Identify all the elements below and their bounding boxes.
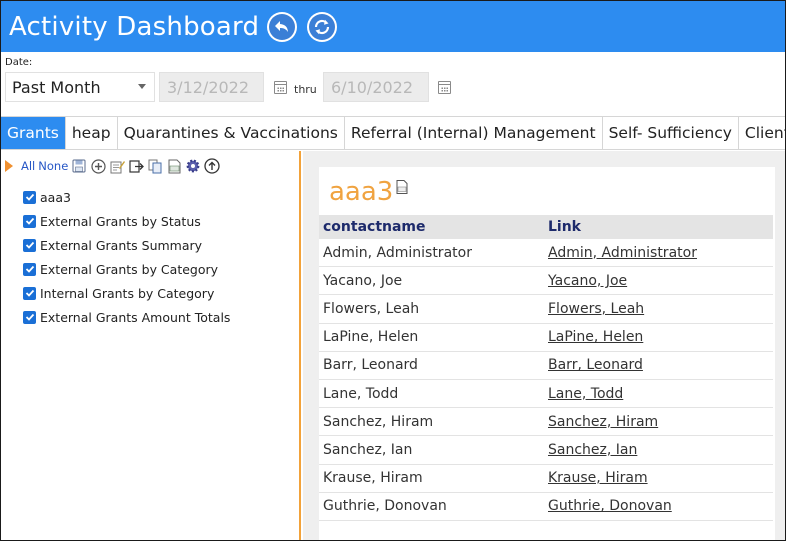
report-toolbar: All None [5,157,223,175]
report-label: External Grants Summary [40,237,203,253]
tab-grants[interactable]: Grants [1,117,66,149]
table-row: Admin, Administrator Admin, Administrato… [319,239,773,268]
thru-label: thru [294,83,317,96]
app-title: Activity Dashboard [9,11,260,42]
table-row: Sanchez, Hiram Sanchez, Hiram [319,408,773,437]
select-none-link[interactable]: None [38,159,68,173]
report-item[interactable]: External Grants by Category [23,257,230,281]
module-tabs: Grants heap Quarantines & Vaccinations R… [1,116,785,150]
tab-self-sufficiency[interactable]: Self- Sufficiency [603,117,739,149]
column-header-link[interactable]: Link [546,219,773,235]
report-card: aaa3 contactname Link Admin, Administrat… [319,167,775,540]
table-row: LaPine, Helen LaPine, Helen [319,324,773,352]
settings-icon[interactable] [185,158,201,174]
end-date-value: 6/10/2022 [331,77,414,97]
start-date-input[interactable]: 3/12/2022 [159,72,264,102]
chevron-down-icon [138,84,146,89]
report-item[interactable]: Internal Grants by Category [23,281,230,305]
report-checkbox[interactable] [23,190,36,204]
contact-link[interactable]: LaPine, Helen [546,329,773,345]
report-item[interactable]: External Grants Summary [23,233,230,257]
contactname-cell: Admin, Administrator [323,244,472,261]
app-header: Activity Dashboard [1,1,785,52]
contactname-cell: Lane, Todd [323,385,399,402]
contact-link[interactable]: Sanchez, Hiram [546,414,773,430]
contact-link[interactable]: Krause, Hiram [546,470,773,486]
report-checkbox[interactable] [23,214,36,228]
report-label: External Grants by Category [40,261,219,277]
period-select[interactable]: Past Month [5,72,155,102]
contactname-cell: Sanchez, Hiram [323,413,434,430]
table-row: Flowers, Leah Flowers, Leah [319,295,773,324]
period-select-value: Past Month [12,77,101,97]
report-label: External Grants by Status [40,213,201,229]
report-checkbox[interactable] [23,310,36,324]
excel-export-icon[interactable] [396,180,408,194]
tab-referral-management[interactable]: Referral (Internal) Management [345,117,603,149]
report-label: aaa3 [40,189,71,205]
report-table: contactname Link Admin, Administrator Ad… [319,215,773,521]
contact-link[interactable]: Yacano, Joe [546,273,773,289]
contact-link[interactable]: Guthrie, Donovan [546,498,773,514]
table-row: Krause, Hiram Krause, Hiram [319,465,773,493]
tab-quarantines-vaccinations[interactable]: Quarantines & Vaccinations [118,117,345,149]
report-item[interactable]: External Grants Amount Totals [23,305,230,329]
table-row: Sanchez, Ian Sanchez, Ian [319,436,773,465]
table-row: Lane, Todd Lane, Todd [319,380,773,409]
date-label: Date: [5,57,33,68]
save-icon[interactable] [71,158,87,174]
select-all-link[interactable]: All [21,159,35,173]
table-row: Barr, Leonard Barr, Leonard [319,352,773,380]
contactname-cell: Guthrie, Donovan [323,498,447,515]
start-calendar-icon[interactable] [274,81,287,94]
column-header-contactname[interactable]: contactname [319,219,546,235]
upload-icon[interactable] [204,158,220,174]
contactname-cell: LaPine, Helen [323,329,419,346]
contactname-cell: Flowers, Leah [323,300,420,317]
contactname-cell: Sanchez, Ian [323,441,413,458]
report-item[interactable]: External Grants by Status [23,209,230,233]
copy-icon[interactable] [147,158,163,174]
report-title: aaa3 [329,177,408,207]
edit-icon[interactable] [109,158,125,174]
report-title-text: aaa3 [329,177,394,207]
contact-link[interactable]: Lane, Todd [546,386,773,402]
table-header: contactname Link [319,215,773,239]
excel-icon[interactable] [166,158,182,174]
export-icon[interactable] [128,158,144,174]
report-checkbox[interactable] [23,262,36,276]
table-row: Guthrie, Donovan Guthrie, Donovan [319,493,773,521]
end-calendar-icon[interactable] [438,81,451,94]
tab-heap[interactable]: heap [66,117,118,149]
report-label: External Grants Amount Totals [40,309,231,325]
report-view-panel: aaa3 contactname Link Admin, Administrat… [303,151,785,540]
report-checkbox[interactable] [23,286,36,300]
start-date-value: 3/12/2022 [167,77,250,97]
report-list-panel: All None aaa3 External Grants by Status … [1,151,301,540]
tab-client-dem[interactable]: Client Dem [739,117,785,149]
contactname-cell: Barr, Leonard [323,357,418,374]
collapse-triangle-icon[interactable] [5,160,13,172]
contact-link[interactable]: Flowers, Leah [546,301,773,317]
add-icon[interactable] [90,158,106,174]
report-label: Internal Grants by Category [40,285,215,301]
contactname-cell: Krause, Hiram [323,470,423,487]
contact-link[interactable]: Admin, Administrator [546,245,773,261]
contact-link[interactable]: Sanchez, Ian [546,442,773,458]
refresh-icon[interactable] [307,11,338,42]
undo-arrow-icon[interactable] [267,11,298,42]
report-checklist: aaa3 External Grants by Status External … [23,185,230,329]
contactname-cell: Yacano, Joe [323,272,403,289]
end-date-input[interactable]: 6/10/2022 [323,72,429,102]
report-checkbox[interactable] [23,238,36,252]
contact-link[interactable]: Barr, Leonard [546,357,773,373]
app-window: Activity Dashboard Date: Past Month 3/12… [0,0,786,541]
table-row: Yacano, Joe Yacano, Joe [319,267,773,296]
report-item[interactable]: aaa3 [23,185,230,209]
